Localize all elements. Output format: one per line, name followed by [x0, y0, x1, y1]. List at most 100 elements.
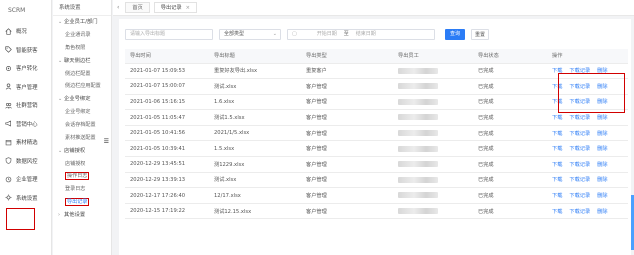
collapse-menu-icon[interactable]: ☰	[104, 138, 109, 145]
cell-export-time: 2021-01-07 15:00:07	[125, 78, 209, 95]
nav-community[interactable]: 社群营销	[0, 96, 51, 115]
download-link[interactable]: 下载	[552, 146, 562, 152]
submenu-item-store-auth[interactable]: 店铺授权	[53, 158, 111, 171]
tab-export-records[interactable]: 导出记录 ×	[153, 2, 197, 13]
cell-export-time: 2020-12-29 13:39:13	[125, 172, 209, 189]
filter-bar: 请输入导出标题 全部类型 ⌄ ▢ 开始日期 至 结束日期 查询 重置	[119, 19, 631, 49]
delete-link[interactable]: 删除	[597, 84, 607, 90]
close-icon[interactable]: ×	[186, 5, 190, 11]
download-history-link[interactable]: 下载记录	[569, 209, 590, 215]
keyword-input[interactable]: 请输入导出标题	[125, 28, 213, 40]
cell-export-time: 2021-01-05 11:05:47	[125, 109, 209, 126]
cell-export-status: 已完成	[473, 109, 547, 126]
download-history-link[interactable]: 下载记录	[569, 99, 590, 105]
download-history-link[interactable]: 下载记录	[569, 131, 590, 137]
start-date-input[interactable]: 开始日期	[317, 30, 337, 39]
submenu-item-export-records[interactable]: 导出记录	[53, 196, 111, 209]
download-link[interactable]: 下载	[552, 68, 562, 74]
cell-operations: 下载 下载记录 删除	[547, 63, 628, 80]
redacted-staff-name	[398, 145, 438, 152]
submenu-group-store-auth[interactable]: ⌄ 店铺授权	[53, 145, 111, 158]
nav-marketing[interactable]: 营销中心	[0, 115, 51, 134]
main-area: ‹ 首页 导出记录 × 请输入导出标题 全部类型 ⌄ ▢ 开始日期 至 结束日期 查…	[113, 0, 634, 255]
cell-export-time: 2021-01-07 15:09:53	[125, 63, 209, 80]
delete-link[interactable]: 删除	[597, 162, 607, 168]
nav-label: 营销中心	[16, 121, 38, 128]
end-date-input[interactable]: 结束日期	[356, 30, 376, 39]
submenu-item-operation-log[interactable]: 操作日志	[53, 170, 111, 183]
nav-risk-control[interactable]: 数据风控	[0, 152, 51, 171]
nav-materials[interactable]: 素材精选	[0, 133, 51, 152]
submenu-group-account-binding[interactable]: ⌄ 企业号绑定	[53, 93, 111, 106]
delete-link[interactable]: 删除	[597, 146, 607, 152]
submenu-group-other[interactable]: › 其他设置	[53, 209, 111, 222]
delete-link[interactable]: 删除	[597, 209, 607, 215]
download-history-link[interactable]: 下载记录	[569, 146, 590, 152]
nav-label: 客户管理	[16, 84, 38, 91]
download-link[interactable]: 下载	[552, 84, 562, 90]
search-button[interactable]: 查询	[445, 28, 465, 40]
delete-link[interactable]: 删除	[597, 115, 607, 121]
download-link[interactable]: 下载	[552, 162, 562, 168]
redacted-staff-name	[398, 161, 438, 168]
column-header: 操作	[547, 49, 628, 64]
column-header: 导出时间	[125, 49, 209, 64]
download-link[interactable]: 下载	[552, 177, 562, 183]
settings-icon	[5, 194, 12, 201]
nav-smart-acquire[interactable]: 智能获客	[0, 41, 51, 60]
submenu-item-directory[interactable]: 企业通讯录	[53, 29, 111, 42]
download-link[interactable]: 下载	[552, 115, 562, 121]
delete-link[interactable]: 删除	[597, 99, 607, 105]
download-history-link[interactable]: 下载记录	[569, 162, 590, 168]
app-logo: SCRM	[8, 7, 26, 14]
content-panel: 请输入导出标题 全部类型 ⌄ ▢ 开始日期 至 结束日期 查询 重置 导出时间 导…	[119, 19, 631, 255]
cell-export-staff	[393, 187, 473, 204]
nav-overview[interactable]: 概况	[0, 22, 51, 41]
download-link[interactable]: 下载	[552, 193, 562, 199]
download-history-link[interactable]: 下载记录	[569, 115, 590, 121]
download-history-link[interactable]: 下载记录	[569, 177, 590, 183]
tab-bar: ‹ 首页 导出记录 ×	[113, 0, 634, 16]
cell-operations: 下载 下载记录 删除	[547, 172, 628, 189]
cell-export-time: 2020-12-29 13:45:51	[125, 156, 209, 173]
chevron-left-icon[interactable]: ‹	[117, 4, 119, 11]
tab-home[interactable]: 首页	[125, 2, 150, 13]
cell-export-status: 已完成	[473, 203, 547, 220]
table-row: 2021-01-05 11:05:47 测试1.5.xlsx 客户管理 已完成 下载 下载…	[125, 109, 628, 126]
submenu-group-staff[interactable]: ⌄ 企业员工/部门	[53, 16, 111, 29]
download-history-link[interactable]: 下载记录	[569, 193, 590, 199]
submenu-group-chat-sidebar[interactable]: ⌄ 聊天侧边栏	[53, 55, 111, 68]
table-row: 2020-12-29 13:45:51 测1229.xlsx 客户管理 已完成 下载 下载…	[125, 156, 628, 173]
nav-customer-convert[interactable]: 客户转化	[0, 59, 51, 78]
submenu-item-sidebar-app-config[interactable]: 侧边栏应用配置	[53, 80, 111, 93]
submenu-item-roles[interactable]: 角色权限	[53, 42, 111, 55]
redacted-staff-name	[398, 114, 438, 121]
nav-customer-manage[interactable]: 客户管理	[0, 78, 51, 97]
download-link[interactable]: 下载	[552, 209, 562, 215]
download-history-link[interactable]: 下载记录	[569, 68, 590, 74]
submenu-item-sidebar-config[interactable]: 侧边栏配置	[53, 68, 111, 81]
table-row: 2021-01-07 15:00:07 测试.xlsx 客户管理 已完成 下载 下载记录 删…	[125, 78, 628, 95]
download-history-link[interactable]: 下载记录	[569, 84, 590, 90]
submenu-item-login-log[interactable]: 登录日志	[53, 183, 111, 196]
submenu-item-account-binding[interactable]: 企业号绑定	[53, 106, 111, 119]
download-link[interactable]: 下载	[552, 131, 562, 137]
cell-operations: 下载 下载记录 删除	[547, 187, 628, 204]
nav-system-settings[interactable]: 系统设置	[0, 189, 51, 208]
delete-link[interactable]: 删除	[597, 177, 607, 183]
type-select[interactable]: 全部类型 ⌄	[219, 28, 281, 40]
cell-operations: 下载 下载记录 删除	[547, 78, 628, 95]
download-link[interactable]: 下载	[552, 99, 562, 105]
table-row: 2020-12-15 17:19:22 测试12.15.xlsx 客户管理 已完成 下载…	[125, 203, 628, 220]
date-range-picker[interactable]: ▢ 开始日期 至 结束日期	[287, 28, 435, 40]
submenu-item-material-push[interactable]: 素材推送配置	[53, 132, 111, 145]
nav-enterprise[interactable]: 企业管理	[0, 170, 51, 189]
submenu-item-archive-config[interactable]: 会话存档配置	[53, 119, 111, 132]
delete-link[interactable]: 删除	[597, 131, 607, 137]
reset-button[interactable]: 重置	[471, 28, 489, 40]
delete-link[interactable]: 删除	[597, 68, 607, 74]
redacted-staff-name	[398, 192, 438, 199]
delete-link[interactable]: 删除	[597, 193, 607, 199]
nav-label: 社群营销	[16, 103, 38, 110]
redacted-staff-name	[398, 67, 438, 74]
